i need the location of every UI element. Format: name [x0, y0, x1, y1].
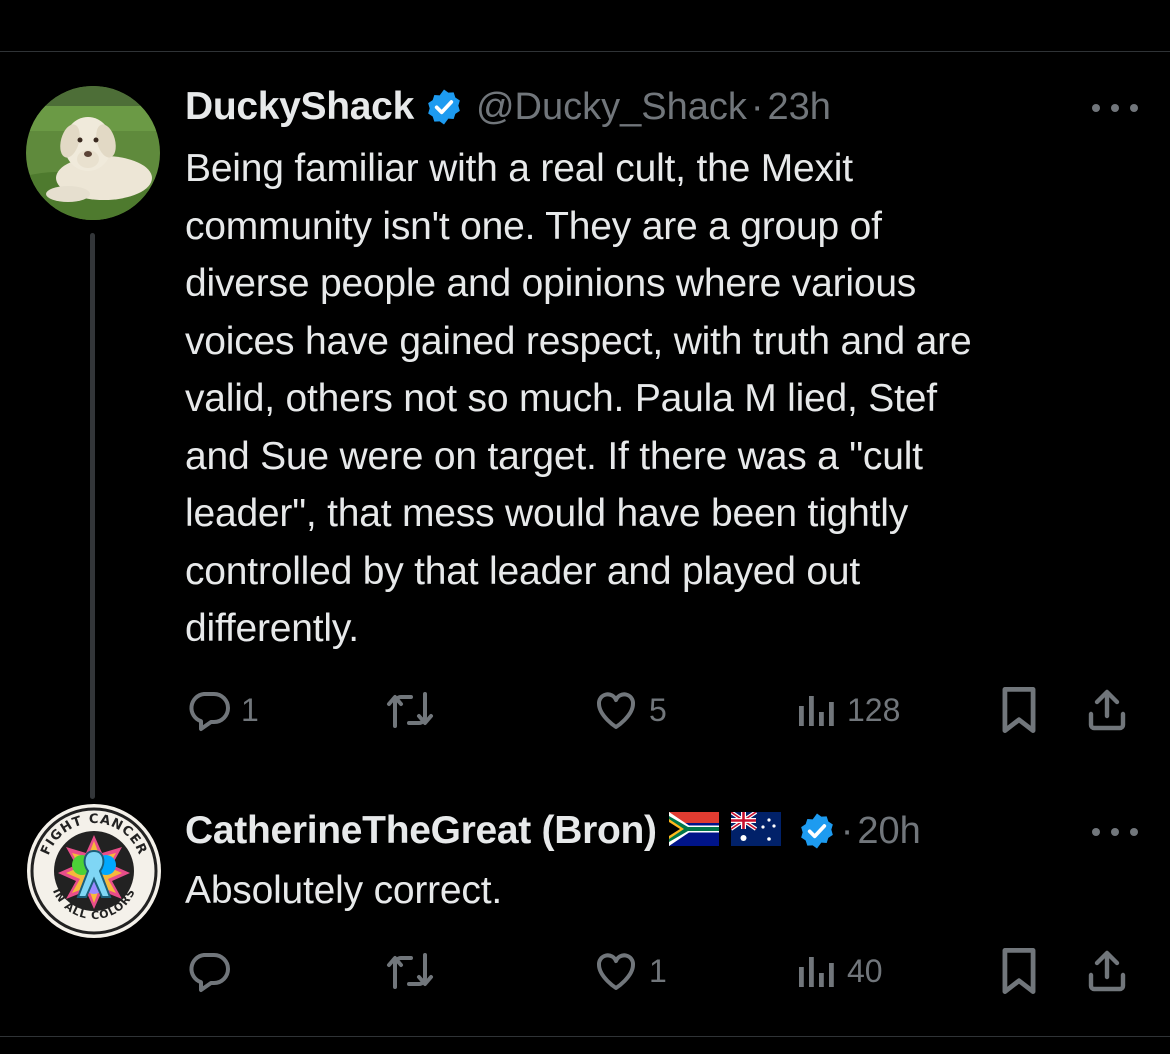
tweet-text-line: controlled by that leader and played out: [185, 549, 860, 593]
tweet-header: DuckyShack @Ducky_Shack · 23h: [185, 81, 831, 133]
thread-connector-line: [90, 233, 95, 799]
views-chart-icon: [799, 957, 834, 987]
tweet-text-line: voices have gained respect, with truth a…: [185, 319, 972, 363]
fight-cancer-ribbon-avatar-icon: FIGHT CANCER IN ALL COLORS: [27, 804, 161, 938]
tweet-text-line: Being familiar with a real cult, the Mex…: [185, 147, 853, 190]
verified-badge-icon: [797, 811, 837, 851]
tweet-header: CatherineTheGreat (Bron) · 20h: [185, 805, 921, 857]
heart-icon: [597, 692, 635, 729]
heart-icon: [597, 953, 635, 990]
tweet-text-line: community isn't one. They are a group of: [185, 204, 882, 248]
views-chart-icon: [799, 696, 834, 726]
reply-icon: [189, 692, 230, 731]
display-name[interactable]: DuckyShack: [185, 85, 414, 129]
like-count: 1: [649, 952, 667, 989]
tweet-text-line: valid, others not so much. Paula M lied,…: [185, 377, 937, 420]
views-count: 128: [847, 691, 901, 728]
like-button[interactable]: 1: [591, 945, 667, 997]
timestamp[interactable]: 23h: [768, 86, 831, 129]
display-name[interactable]: CatherineTheGreat (Bron): [185, 809, 657, 853]
divider: [0, 1036, 1170, 1037]
share-icon: [1088, 950, 1126, 992]
tweet-actions: 1 40: [185, 945, 1140, 997]
bookmark-icon: [1002, 687, 1036, 733]
white-dog-avatar-icon: [26, 86, 160, 220]
separator-dot: ·: [840, 809, 854, 852]
timestamp[interactable]: 20h: [857, 810, 920, 853]
avatar[interactable]: [26, 86, 160, 220]
repost-icon: [387, 692, 433, 728]
tweet-text-line: and Sue were on target. If there was a "…: [185, 434, 923, 478]
reply-count: 1: [241, 691, 259, 728]
views-button[interactable]: 128: [795, 684, 900, 736]
tweet-actions: 1 5 128: [185, 684, 1140, 736]
reply-icon: [189, 953, 230, 992]
repost-button[interactable]: [383, 684, 445, 736]
australia-flag-icon: [729, 809, 781, 851]
views-count: 40: [847, 952, 883, 989]
repost-button[interactable]: [383, 945, 445, 997]
handle[interactable]: @Ducky_Shack: [476, 86, 747, 129]
tweet-text-line: differently.: [185, 607, 359, 650]
reply-button[interactable]: [185, 945, 241, 997]
share-icon: [1088, 689, 1126, 731]
separator-dot: ·: [750, 85, 764, 128]
tweet-text-line: Absolutely correct.: [185, 869, 502, 912]
verified-badge-icon: [424, 87, 464, 127]
share-button[interactable]: [1083, 945, 1131, 997]
repost-icon: [387, 953, 433, 989]
reply-button[interactable]: 1: [185, 684, 259, 736]
share-button[interactable]: [1083, 684, 1131, 736]
like-button[interactable]: 5: [591, 684, 667, 736]
south-africa-flag-icon: [668, 811, 719, 851]
bookmark-button[interactable]: [997, 945, 1041, 997]
tweet-text: Being familiar with a real cult, the Mex…: [185, 140, 1135, 658]
bookmark-button[interactable]: [997, 684, 1041, 736]
tweet-text-line: diverse people and opinions where variou…: [185, 262, 917, 305]
tweet-text-line: leader", that mess would have been tight…: [185, 492, 909, 535]
more-options-icon[interactable]: [1092, 825, 1138, 839]
tweet-text: Absolutely correct.: [185, 862, 1135, 920]
divider: [0, 51, 1170, 52]
avatar[interactable]: FIGHT CANCER IN ALL COLORS: [26, 803, 162, 939]
views-button[interactable]: 40: [795, 945, 883, 997]
bookmark-icon: [1002, 948, 1036, 994]
like-count: 5: [649, 691, 667, 728]
tweet-thread: DuckyShack @Ducky_Shack · 23h Being fami…: [0, 0, 1170, 1054]
more-options-icon[interactable]: [1092, 101, 1138, 115]
